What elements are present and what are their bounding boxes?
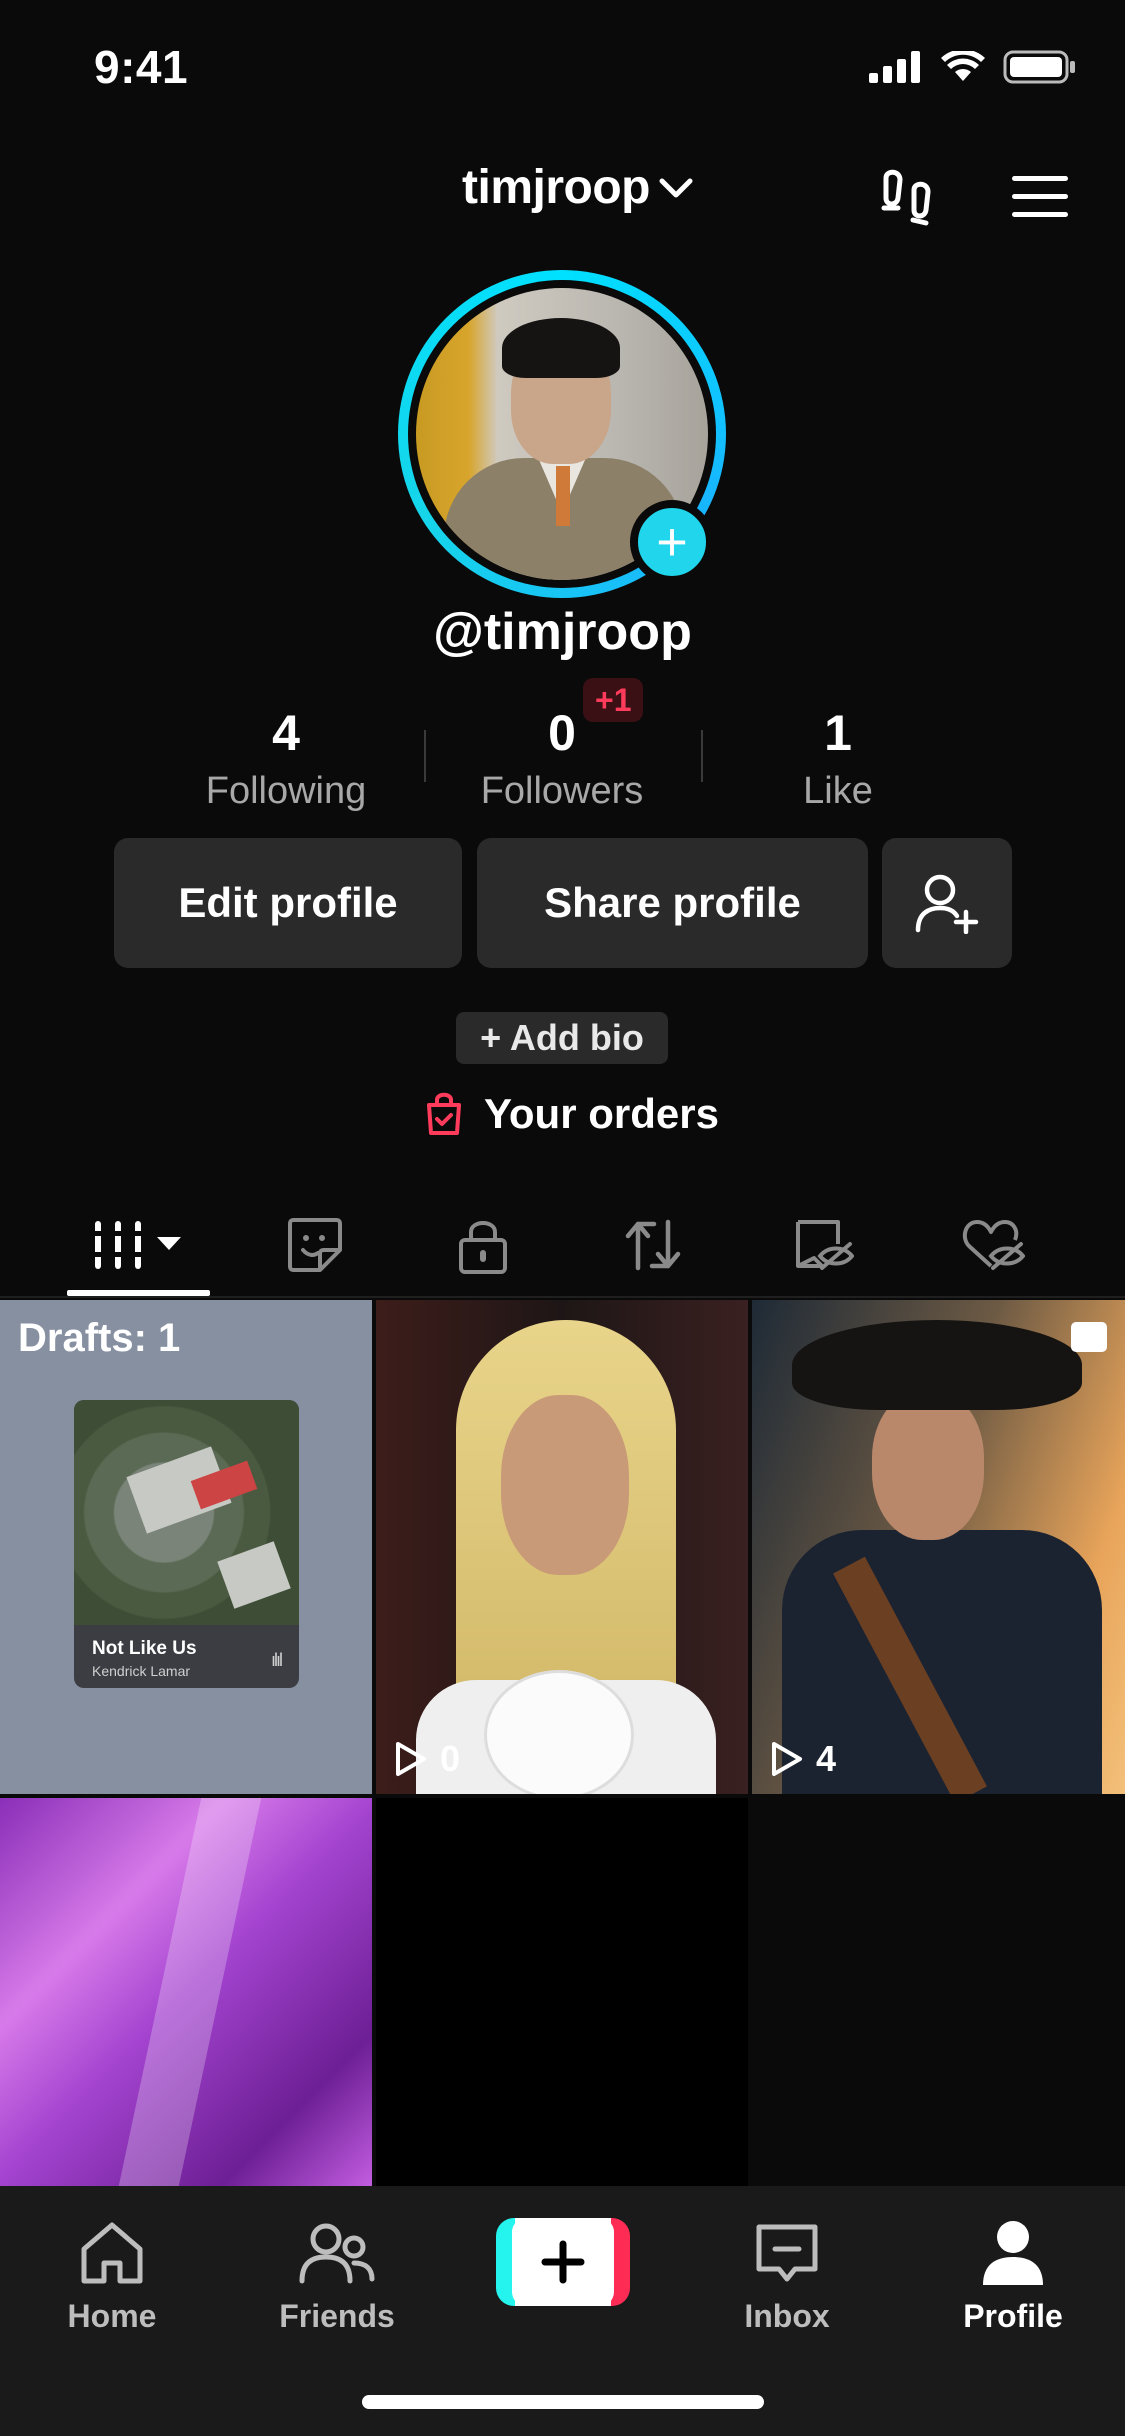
draft-song-title: Not Like Us	[92, 1638, 197, 1659]
video-tile[interactable]	[0, 1798, 372, 2186]
video-thumbnail	[792, 1320, 1082, 1410]
favorites-hidden-icon	[796, 1220, 854, 1270]
nav-inbox[interactable]: Inbox	[707, 2208, 867, 2335]
play-icon	[396, 1742, 426, 1776]
videos-grid-icon	[92, 1221, 181, 1269]
stat-likes[interactable]: 1 Like	[718, 700, 958, 813]
create-button[interactable]	[496, 2218, 630, 2306]
sticker-icon	[288, 1218, 342, 1272]
drafts-label: Drafts: 1	[18, 1316, 181, 1360]
view-count: 0	[394, 1738, 460, 1780]
stat-likes-count: 1	[824, 705, 852, 761]
cellular-signal-icon	[869, 51, 920, 83]
stat-following[interactable]: 4 Following	[166, 700, 406, 813]
username-title: timjroop	[462, 161, 650, 214]
your-orders-label: Your orders	[484, 1090, 719, 1137]
profile-icon	[983, 2221, 1043, 2285]
video-grid: Drafts: 1 Not Like Us Kendrick Lamar ılı…	[0, 1300, 1125, 2186]
stat-likes-label: Like	[803, 770, 873, 812]
stat-followers-count: 0	[548, 705, 576, 761]
add-story-button[interactable]: +	[630, 500, 714, 584]
new-followers-badge: +1	[583, 678, 644, 722]
view-count-value: 4	[816, 1738, 837, 1779]
nav-home-label: Home	[67, 2298, 157, 2334]
battery-icon	[1003, 50, 1075, 84]
profile-handle: @timjroop	[433, 603, 692, 661]
tab-favorites[interactable]	[773, 1200, 873, 1290]
your-orders-link[interactable]: Your orders	[424, 1090, 719, 1138]
status-bar: 9:41	[0, 0, 1125, 140]
content-tabs	[0, 1190, 1125, 1298]
tab-liked[interactable]	[943, 1200, 1043, 1290]
nav-friends[interactable]: Friends	[257, 2208, 417, 2335]
nav-profile-label: Profile	[963, 2298, 1063, 2334]
lock-icon	[459, 1221, 507, 1274]
add-user-icon	[915, 874, 979, 934]
nav-friends-label: Friends	[279, 2298, 395, 2334]
video-tile[interactable]: 4	[752, 1300, 1125, 1794]
repost-icon	[625, 1219, 681, 1271]
hamburger-menu-icon	[1012, 176, 1068, 217]
nav-home[interactable]: Home	[32, 2208, 192, 2335]
video-tile[interactable]: 0	[376, 1300, 748, 1794]
profile-views-button[interactable]	[878, 168, 940, 230]
view-count: 4	[770, 1738, 836, 1780]
plus-icon: +	[656, 512, 688, 572]
inbox-icon	[756, 2224, 818, 2282]
stat-followers[interactable]: 0 Followers	[442, 700, 682, 813]
tab-stickers[interactable]	[265, 1200, 365, 1290]
tab-private[interactable]	[433, 1200, 533, 1290]
wifi-icon	[941, 51, 985, 81]
liked-hidden-icon	[962, 1220, 1025, 1270]
stat-divider	[701, 730, 703, 782]
add-friends-button[interactable]	[882, 838, 1012, 968]
home-indicator	[362, 2395, 764, 2409]
add-bio-button[interactable]: + Add bio	[456, 1012, 668, 1064]
chevron-down-icon	[659, 178, 693, 197]
video-thumbnail	[484, 1670, 634, 1794]
status-time: 9:41	[94, 41, 189, 93]
stat-following-count: 4	[272, 705, 300, 761]
tab-reposts[interactable]	[603, 1200, 703, 1290]
stat-followers-label: Followers	[480, 770, 644, 812]
draft-song-artist: Kendrick Lamar	[92, 1663, 191, 1679]
menu-button[interactable]	[1010, 172, 1070, 222]
play-icon	[772, 1742, 802, 1776]
nav-inbox-label: Inbox	[744, 2298, 830, 2334]
create-icon	[541, 2240, 585, 2284]
stat-following-label: Following	[205, 770, 367, 812]
nav-profile[interactable]: Profile	[933, 2208, 1093, 2335]
empty-tile	[376, 1798, 748, 2186]
view-count-value: 0	[440, 1738, 461, 1779]
drafts-tile[interactable]: Drafts: 1 Not Like Us Kendrick Lamar ılı…	[0, 1300, 372, 1794]
stat-divider	[424, 730, 426, 782]
draft-thumbnail	[74, 1400, 299, 1625]
footprints-icon	[881, 169, 931, 226]
share-profile-button[interactable]: Share profile	[477, 838, 868, 968]
account-switcher[interactable]: timjroop	[462, 160, 694, 215]
audio-wave-icon: ılıl	[271, 1650, 283, 1670]
friends-icon	[299, 2223, 375, 2284]
home-icon	[81, 2222, 143, 2284]
profile-stats: 4 Following 0 Followers 1 Like	[0, 700, 1125, 820]
tab-videos[interactable]	[67, 1200, 210, 1290]
shopping-bag-icon	[427, 1092, 461, 1135]
photo-mode-icon	[1071, 1322, 1107, 1352]
edit-profile-button[interactable]: Edit profile	[114, 838, 462, 968]
active-tab-indicator	[67, 1290, 210, 1296]
status-icons	[869, 50, 1077, 84]
draft-preview-card: Not Like Us Kendrick Lamar ılıl	[74, 1400, 299, 1688]
profile-header: timjroop	[0, 150, 1125, 245]
empty-tile	[752, 1798, 1125, 2186]
